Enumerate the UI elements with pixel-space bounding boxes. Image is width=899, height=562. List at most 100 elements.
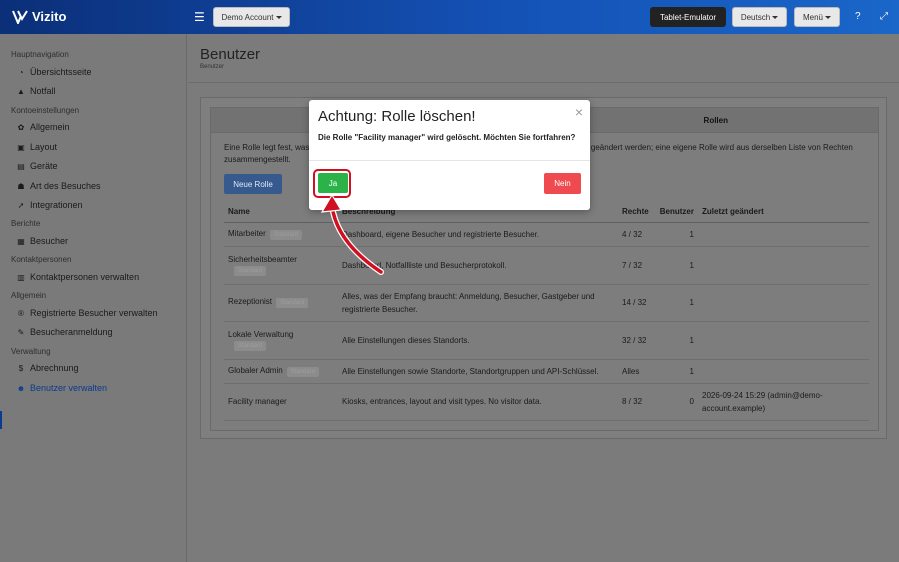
new-role-button[interactable]: Neue Rolle: [224, 174, 282, 194]
col-header-last-changed[interactable]: Zuletzt geändert: [698, 202, 869, 223]
col-header-users[interactable]: Benutzer: [654, 202, 698, 223]
sidebar-item-layout[interactable]: ▣ Layout: [16, 142, 57, 152]
sidebar-item-label: Besucher: [30, 236, 69, 246]
fullscreen-icon[interactable]: ⤢: [880, 11, 888, 22]
role-rights: 14 / 32: [618, 284, 654, 322]
menu-dropdown[interactable]: Menü: [794, 7, 840, 27]
role-users: 1: [654, 246, 698, 285]
dialog-title: Achtung: Rolle löschen!: [318, 108, 476, 125]
sidebar-item-visit-types[interactable]: ☗ Art des Besuches: [16, 181, 101, 191]
role-name: Rezeptionist: [228, 297, 273, 306]
standard-badge: Standard: [276, 298, 309, 308]
role-name-cell: Mitarbeiter Standard: [224, 222, 338, 247]
language-dropdown[interactable]: Deutsch: [732, 7, 787, 27]
highlight-ring: [313, 169, 351, 198]
rocket-icon: ➚: [17, 200, 25, 210]
role-name-cell: Facility manager: [224, 383, 338, 421]
pencil-icon: ✎: [17, 327, 25, 337]
report-icon: ▦: [17, 236, 25, 246]
col-header-rights[interactable]: Rechte: [618, 202, 654, 223]
sidebar-item-manage-users[interactable]: ☻ Benutzer verwalten: [16, 383, 107, 393]
sidebar-section-title: Verwaltung: [11, 347, 51, 356]
account-label: Demo Account: [221, 12, 274, 22]
sidebar-item-label: Notfall: [30, 86, 56, 96]
role-rights: 4 / 32: [618, 222, 654, 247]
table-row[interactable]: Lokale Verwaltung Standard Alle Einstellu…: [224, 321, 869, 360]
tablet-emulator-label: Tablet-Emulator: [659, 12, 717, 22]
standard-badge: Standard: [234, 340, 267, 351]
role-name: Lokale Verwaltung: [228, 329, 294, 339]
description-line2: zusammengestellt.: [224, 155, 291, 164]
sidebar-item-general[interactable]: ✿ Allgemein: [16, 122, 70, 132]
brand-name: Vizito: [32, 9, 67, 24]
top-navbar: Vizito ☰ Demo Account Tablet-Emulator De…: [0, 0, 899, 34]
role-name-cell: Rezeptionist Standard: [224, 284, 338, 322]
help-icon[interactable]: ?: [855, 11, 861, 22]
close-icon[interactable]: ×: [575, 104, 583, 120]
chevron-down-icon: [772, 15, 779, 19]
sidebar-item-label: Übersichtsseite: [30, 67, 92, 77]
role-name-cell: Globaler Admin Standard: [224, 359, 338, 384]
sidebar-section-title: Hauptnavigation: [11, 50, 69, 59]
sidebar-item-label: Art des Besuches: [30, 181, 101, 191]
image-icon: ▣: [17, 142, 25, 152]
sidebar-item-visitor-signin[interactable]: ✎ Besucheranmeldung: [16, 327, 113, 337]
role-description: Alles, was der Empfang braucht: Anmeldun…: [338, 284, 618, 322]
language-label: Deutsch: [740, 12, 771, 22]
role-users: 1: [654, 284, 698, 322]
sidebar-item-visitors[interactable]: ▦ Besucher: [16, 236, 68, 246]
sidebar-item-label: Kontaktpersonen verwalten: [30, 272, 140, 282]
sidebar-item-overview[interactable]: ◔ Übersichtsseite: [16, 67, 92, 77]
breadcrumb: Benutzer: [200, 64, 225, 70]
sidebar-item-label: Abrechnung: [30, 363, 79, 373]
sidebar-item-devices[interactable]: ▤ Geräte: [16, 161, 57, 171]
dashboard-icon: ◔: [18, 67, 24, 77]
table-row[interactable]: Sicherheitsbeamter Standard Dashboard, No…: [224, 246, 869, 285]
role-users: 0: [654, 383, 698, 421]
standard-badge: Standard: [286, 366, 320, 377]
dollar-icon: $: [18, 363, 24, 373]
role-description: Alle Einstellungen sowie Standorte, Stan…: [338, 359, 618, 384]
vizito-logo-icon: [12, 9, 28, 24]
role-users: 1: [654, 359, 698, 384]
standard-badge: Standard: [234, 265, 267, 276]
sidebar-item-emergency[interactable]: ▲ Notfall: [16, 86, 56, 96]
table-row[interactable]: Globaler Admin Standard Alle Einstellunge…: [224, 359, 869, 384]
divider: [188, 82, 899, 83]
sidebar-item-label: Layout: [30, 142, 58, 152]
warning-icon: ▲: [17, 86, 25, 96]
role-rights: 32 / 32: [618, 321, 654, 360]
account-dropdown[interactable]: Demo Account: [213, 7, 290, 27]
sidebar-item-label: Registrierte Besucher verwalten: [30, 308, 158, 318]
role-rights: 8 / 32: [618, 383, 654, 421]
sidebar-item-billing[interactable]: $ Abrechnung: [16, 363, 79, 373]
table-row[interactable]: Facility manager Kiosks, entrances, layo…: [224, 383, 869, 421]
menu-label: Menü: [802, 12, 823, 22]
role-name-cell: Sicherheitsbeamter Standard: [224, 246, 338, 285]
role-changed: [698, 359, 869, 384]
table-row[interactable]: Rezeptionist Standard Alles, was der Empf…: [224, 284, 869, 322]
tablet-emulator-button[interactable]: Tablet-Emulator: [650, 7, 726, 27]
role-changed: [698, 246, 869, 285]
role-rights: 7 / 32: [618, 246, 654, 285]
sidebar-item-integrations[interactable]: ➚ Integrationen: [16, 200, 83, 210]
dialog-divider: [309, 160, 590, 161]
role-users: 1: [654, 321, 698, 360]
contacts-icon: ▥: [17, 272, 25, 282]
vizito-logo[interactable]: Vizito: [12, 9, 66, 24]
cancel-button[interactable]: Nein: [544, 173, 581, 194]
chevron-down-icon: [275, 15, 282, 19]
description-left: Eine Rolle legt fest, was: [224, 143, 310, 152]
tab-roles[interactable]: Rollen: [704, 116, 728, 125]
role-name: Facility manager: [228, 397, 287, 406]
role-changed: 2026-09-24 15:29 (admin@demo-account.exa…: [698, 383, 869, 421]
sidebar-item-registered-visitors[interactable]: ® Registrierte Besucher verwalten: [16, 308, 158, 318]
gear-icon: ✿: [17, 122, 25, 132]
hamburger-menu-icon[interactable]: ☰: [194, 10, 205, 24]
active-indicator: [0, 411, 2, 429]
sidebar: Hauptnavigation ◔ Übersichtsseite ▲ Notfal…: [0, 34, 187, 562]
users-icon: ☗: [17, 181, 25, 191]
sidebar-item-contacts[interactable]: ▥ Kontaktpersonen verwalten: [16, 272, 139, 282]
role-description: Alle Einstellungen dieses Standorts.: [338, 321, 618, 360]
table-row[interactable]: Mitarbeiter Standard Dashboard, eigene Be…: [224, 222, 869, 247]
